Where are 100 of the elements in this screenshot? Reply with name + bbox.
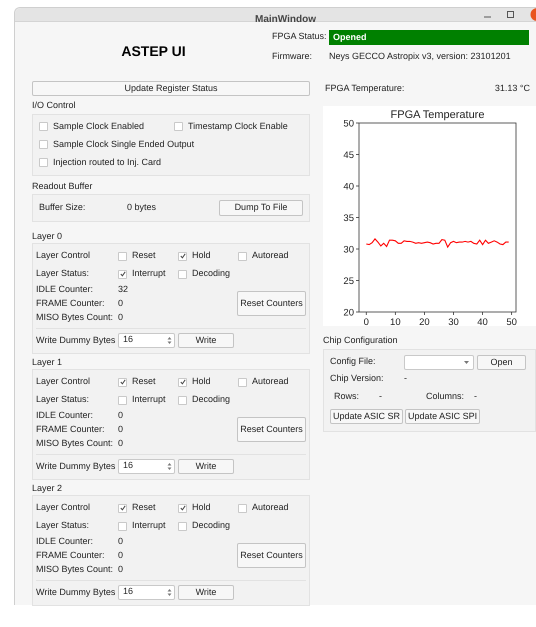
group-title: Layer 2	[32, 482, 64, 494]
checkbox-label: Decoding	[192, 519, 230, 532]
counter-value: 32	[118, 282, 130, 296]
write-dummy-bytes-label: Write Dummy Bytes	[36, 587, 116, 597]
y-tick-label: 30	[343, 244, 354, 255]
checkbox-label: Sample Clock Enabled	[53, 120, 144, 133]
control-label: Layer Control	[36, 501, 92, 514]
checkbox-label: Timestamp Clock Enable	[188, 120, 288, 133]
write-button[interactable]: Write	[178, 332, 234, 348]
x-tick-label: 20	[419, 316, 430, 326]
reset-counters-button[interactable]: Reset Counters	[237, 543, 306, 568]
counter-label: MISO Bytes Count:	[36, 436, 114, 450]
checkbox-label: Autoread	[252, 375, 289, 388]
checkbox-label: Reset	[132, 501, 156, 514]
x-tick-label: 10	[390, 316, 401, 326]
firmware-label: Firmware:	[272, 50, 313, 63]
checkbox-label: Autoread	[252, 501, 289, 514]
fpga-status-value: Opened	[329, 30, 529, 44]
write-button[interactable]: Write	[178, 584, 234, 600]
checkbox-label: Decoding	[192, 267, 230, 280]
checkbox-label: Decoding	[192, 393, 230, 406]
checkbox-label: Hold	[192, 249, 211, 262]
spin-box[interactable]: 16	[118, 458, 175, 474]
chip-version-label: Chip Version:	[330, 372, 385, 385]
reset-counters-button[interactable]: Reset Counters	[237, 291, 306, 316]
counter-label: IDLE Counter:	[36, 282, 94, 296]
counter-label: FRAME Counter:	[36, 548, 106, 562]
y-tick-label: 20	[343, 307, 354, 318]
firmware-value: Neys GECCO Astropix v3, version: 23101201	[329, 50, 511, 63]
checkbox-label: Interrupt	[132, 519, 166, 532]
app-title: ASTEP UI	[121, 42, 186, 61]
buffer-size-label: Buffer Size:	[39, 200, 86, 214]
y-tick-label: 50	[343, 118, 354, 129]
status-label: Layer Status:	[36, 519, 90, 532]
x-tick-label: 40	[477, 316, 488, 326]
spin-value: 16	[123, 585, 134, 598]
status-label: Layer Status:	[36, 393, 90, 406]
counter-label: FRAME Counter:	[36, 422, 106, 436]
write-button[interactable]: Write	[178, 458, 234, 474]
counter-value: 0	[118, 562, 124, 576]
counter-label: FRAME Counter:	[36, 296, 106, 310]
y-tick-label: 35	[343, 212, 354, 224]
columns-label: Columns:	[426, 390, 466, 403]
group-title: I/O Control	[32, 98, 77, 112]
control-label: Layer Control	[36, 375, 92, 388]
update-register-status-button[interactable]: Update Register Status	[32, 80, 310, 96]
group-title: Chip Configuration	[323, 334, 399, 346]
x-tick-label: 30	[448, 316, 459, 326]
dump-to-file-button[interactable]: Dump To File	[219, 200, 303, 216]
write-dummy-bytes-label: Write Dummy Bytes	[36, 461, 116, 471]
columns-value: -	[474, 390, 477, 403]
control-label: Layer Control	[36, 249, 92, 262]
checkbox-label: Hold	[192, 501, 211, 514]
fpga-temperature-value: 31.13 °C	[494, 82, 530, 96]
group-title: Readout Buffer	[32, 180, 94, 192]
counter-label: MISO Bytes Count:	[36, 310, 114, 324]
counter-value: 0	[118, 422, 124, 436]
open-button[interactable]: Open	[477, 354, 526, 370]
checkbox-label: Interrupt	[132, 393, 166, 406]
update-asic-button[interactable]: Update ASIC SR	[330, 409, 404, 424]
spin-value: 16	[123, 459, 134, 472]
fpga-status-label: FPGA Status:	[272, 30, 328, 44]
group-title: Layer 1	[32, 356, 64, 368]
checkbox-label: Hold	[192, 375, 211, 388]
spin-value: 16	[123, 333, 134, 346]
checkbox-label: Reset	[132, 375, 156, 388]
fpga-temperature-label: FPGA Temperature:	[325, 82, 404, 96]
chart-title: FPGA Temperature	[390, 108, 484, 120]
y-tick-label: 40	[343, 181, 354, 192]
status-label: Layer Status:	[36, 267, 90, 280]
checkbox-label: Sample Clock Single Ended Output	[53, 138, 194, 151]
buffer-size-value: 0 bytes	[127, 200, 156, 214]
checkbox-label: Reset	[132, 249, 156, 262]
counter-value: 0	[118, 548, 124, 562]
rows-value: -	[379, 390, 383, 403]
x-tick-label: 0	[364, 316, 369, 326]
y-tick-label: 45	[343, 150, 354, 160]
counter-value: 0	[118, 296, 124, 310]
write-dummy-bytes-label: Write Dummy Bytes	[36, 335, 116, 345]
checkbox-label: Autoread	[252, 249, 289, 262]
rows-label: Rows:	[334, 390, 360, 403]
checkbox-label: Injection routed to Inj. Card	[53, 156, 162, 169]
counter-label: IDLE Counter:	[36, 534, 94, 548]
counter-value: 0	[118, 436, 124, 450]
spin-box[interactable]: 16	[118, 584, 175, 600]
counter-value: 0	[118, 408, 124, 422]
config-file-label: Config File:	[330, 355, 377, 368]
spin-box[interactable]: 16	[118, 332, 175, 348]
x-tick-label: 50	[506, 316, 517, 326]
window-title: MainWindow	[255, 14, 316, 26]
group-title: Layer 0	[32, 230, 64, 242]
counter-label: MISO Bytes Count:	[36, 562, 114, 576]
y-tick-label: 25	[343, 276, 354, 286]
checkbox-label: Interrupt	[132, 267, 166, 280]
counter-value: 0	[118, 310, 124, 324]
update-asic-button[interactable]: Update ASIC SPI	[405, 409, 480, 424]
counter-value: 0	[118, 534, 124, 548]
reset-counters-button[interactable]: Reset Counters	[237, 417, 306, 442]
chip-version-value: -	[404, 372, 407, 385]
counter-label: IDLE Counter:	[36, 408, 94, 422]
